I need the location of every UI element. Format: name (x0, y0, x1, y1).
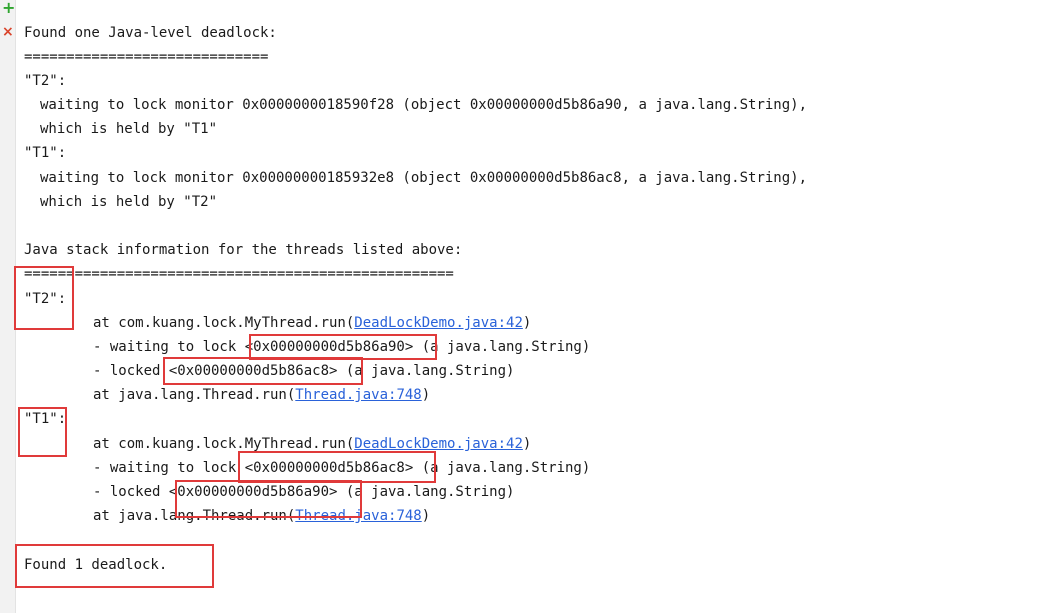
frame-text: ) (522, 436, 532, 452)
stack-waiting-line: - waiting to lock <0x00000000d5b86a90> (… (93, 339, 591, 355)
separator: ========================================… (24, 266, 454, 282)
t1-held-line: which is held by "T2" (40, 194, 218, 210)
thread-name-t1: "T1": (24, 145, 67, 161)
frame-text: ) (421, 387, 431, 403)
frame-text: at com.kuang.lock.MyThread.run( (93, 315, 355, 331)
stack-locked-line: - locked <0x00000000d5b86a90> (a java.la… (93, 484, 515, 500)
t2-held-line: which is held by "T1" (40, 121, 218, 137)
stack-locked-line: - locked <0x00000000d5b86ac8> (a java.la… (93, 363, 515, 379)
stack-frame: at com.kuang.lock.MyThread.run(DeadLockD… (93, 313, 531, 333)
source-link[interactable]: DeadLockDemo.java:42 (354, 315, 523, 331)
rerun-icon[interactable]: + (2, 0, 15, 17)
t2-waiting-line: waiting to lock monitor 0x0000000018590f… (40, 97, 808, 113)
source-link[interactable]: Thread.java:748 (295, 387, 421, 403)
console-gutter: + × (0, 0, 16, 613)
stack-thread-name-t1: "T1": (24, 411, 67, 427)
stack-frame: at java.lang.Thread.run(Thread.java:748) (93, 506, 430, 526)
frame-text: ) (522, 315, 532, 331)
t1-waiting-line: waiting to lock monitor 0x00000000185932… (40, 170, 808, 186)
frame-text: at java.lang.Thread.run( (93, 387, 296, 403)
stop-icon[interactable]: × (2, 24, 14, 40)
frame-text: ) (421, 508, 431, 524)
frame-text: at com.kuang.lock.MyThread.run( (93, 436, 355, 452)
stack-frame: at com.kuang.lock.MyThread.run(DeadLockD… (93, 434, 531, 454)
source-link[interactable]: DeadLockDemo.java:42 (354, 436, 523, 452)
stack-info-header: Java stack information for the threads l… (24, 242, 463, 258)
stack-waiting-line: - waiting to lock <0x00000000d5b86ac8> (… (93, 460, 591, 476)
source-link[interactable]: Thread.java:748 (295, 508, 421, 524)
deadlock-footer: Found 1 deadlock. (24, 557, 168, 573)
separator: ============================= (24, 49, 269, 65)
frame-text: at java.lang.Thread.run( (93, 508, 296, 524)
stack-frame: at java.lang.Thread.run(Thread.java:748) (93, 385, 430, 405)
deadlock-header: Found one Java-level deadlock: (24, 25, 277, 41)
thread-name-t2: "T2": (24, 73, 67, 89)
stack-thread-name-t2: "T2": (24, 291, 67, 307)
